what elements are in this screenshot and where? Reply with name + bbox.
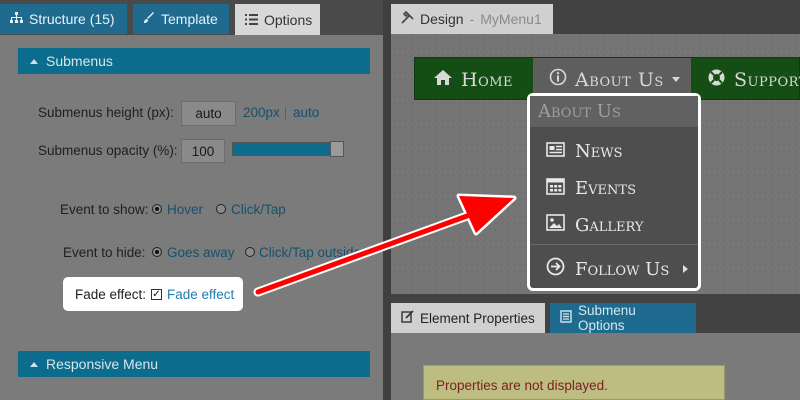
submenus-opacity-input[interactable]: 100 bbox=[181, 139, 225, 163]
menu-item-about-us-label: About Us bbox=[575, 68, 664, 91]
document-icon bbox=[560, 310, 572, 326]
list-icon bbox=[245, 12, 258, 28]
event-hide-click-outside-radio[interactable] bbox=[245, 247, 255, 257]
newspaper-icon bbox=[546, 141, 565, 162]
options-body bbox=[0, 35, 383, 400]
submenu-item-events-label: Events bbox=[575, 177, 636, 199]
edit-icon bbox=[401, 310, 414, 326]
responsive-section-title: Responsive Menu bbox=[46, 356, 159, 372]
home-icon bbox=[433, 69, 453, 91]
chevron-right-icon bbox=[683, 265, 689, 273]
submenu-item-news-label: News bbox=[575, 140, 623, 162]
tab-design-document: MyMenu1 bbox=[480, 11, 542, 27]
picture-icon bbox=[546, 214, 565, 236]
tab-element-properties-label: Element Properties bbox=[420, 310, 535, 326]
arrow-circle-right-icon bbox=[546, 257, 565, 281]
tab-template[interactable]: Template bbox=[133, 4, 229, 34]
properties-notice: Properties are not displayed. bbox=[423, 365, 725, 400]
chevron-down-icon bbox=[671, 77, 680, 82]
submenus-height-label: Submenus height (px): bbox=[38, 105, 174, 120]
submenus-section-title: Submenus bbox=[46, 53, 113, 69]
tab-options-label: Options bbox=[264, 11, 313, 28]
event-show-hover-radio[interactable] bbox=[152, 204, 162, 214]
submenu-item-gallery-label: Gallery bbox=[575, 214, 644, 236]
responsive-section-header[interactable]: Responsive Menu bbox=[18, 351, 370, 377]
opacity-slider-fill bbox=[233, 143, 331, 155]
submenu-item-follow-us[interactable]: Follow Us bbox=[530, 251, 698, 287]
sitemap-icon bbox=[10, 11, 23, 27]
tab-submenu-options-label: Submenu Options bbox=[578, 303, 636, 333]
info-icon bbox=[549, 68, 567, 91]
submenu-divider bbox=[530, 244, 698, 245]
submenu-item-follow-us-label: Follow Us bbox=[575, 258, 670, 280]
collapse-caret-icon bbox=[30, 58, 38, 64]
event-hide-goes-away-label[interactable]: Goes away bbox=[167, 245, 235, 260]
height-preset-auto[interactable]: auto bbox=[293, 105, 319, 120]
submenu-heading: About Us bbox=[530, 96, 698, 127]
opacity-slider[interactable] bbox=[232, 141, 344, 157]
height-preset-200px[interactable]: 200px bbox=[243, 105, 280, 120]
brush-icon bbox=[143, 11, 155, 27]
menu-item-home-label: Home bbox=[461, 68, 514, 91]
calendar-icon bbox=[546, 177, 565, 200]
opacity-slider-handle[interactable] bbox=[330, 141, 344, 157]
tab-template-label: Template bbox=[161, 11, 218, 27]
tab-design-separator: - bbox=[469, 11, 475, 27]
tools-icon bbox=[401, 10, 414, 27]
tab-submenu-options[interactable]: Submenu Options bbox=[550, 303, 696, 333]
fade-effect-checkbox-label[interactable]: Fade effect bbox=[167, 287, 234, 302]
event-hide-click-outside-label[interactable]: Click/Tap outside bbox=[259, 245, 361, 260]
submenu-item-gallery[interactable]: Gallery bbox=[530, 207, 698, 243]
event-hide-goes-away-radio[interactable] bbox=[152, 247, 162, 257]
menu-item-support-label: Support bbox=[734, 68, 800, 91]
event-hide-click-outside-clip: Click/Tap outside bbox=[259, 243, 383, 261]
tab-design-label: Design bbox=[420, 11, 464, 27]
tab-options[interactable]: Options bbox=[235, 4, 320, 35]
tab-structure[interactable]: Structure (15) bbox=[0, 4, 127, 34]
left-tab-bar: Structure (15) Template Options bbox=[0, 0, 383, 35]
submenu-item-events[interactable]: Events bbox=[530, 170, 698, 206]
event-hide-label: Event to hide: bbox=[63, 245, 146, 260]
lifebuoy-icon bbox=[707, 68, 726, 92]
tab-design[interactable]: Design - MyMenu1 bbox=[391, 4, 553, 34]
submenu-body: About Us News Events Gallery Follow Us bbox=[530, 96, 698, 288]
fade-effect-label: Fade effect: bbox=[75, 287, 147, 302]
submenus-section-header[interactable]: Submenus bbox=[18, 48, 370, 74]
fade-effect-checkbox[interactable]: ✓ bbox=[151, 289, 162, 300]
event-show-click-label[interactable]: Click/Tap bbox=[231, 202, 286, 217]
submenus-height-input[interactable]: auto bbox=[181, 101, 236, 126]
submenu-item-news[interactable]: News bbox=[530, 133, 698, 169]
event-show-click-radio[interactable] bbox=[216, 204, 226, 214]
event-show-hover-label[interactable]: Hover bbox=[167, 202, 203, 217]
menu-item-home[interactable]: Home bbox=[433, 58, 513, 100]
properties-tab-bar: Element Properties Submenu Options bbox=[391, 303, 800, 333]
fade-effect-highlight: Fade effect: ✓ Fade effect bbox=[63, 277, 243, 311]
about-us-submenu: About Us News Events Gallery Follow Us bbox=[527, 93, 701, 291]
preset-divider bbox=[285, 107, 286, 119]
tab-element-properties[interactable]: Element Properties bbox=[391, 303, 545, 333]
collapse-caret-icon bbox=[30, 361, 38, 367]
tab-structure-label: Structure (15) bbox=[29, 11, 115, 27]
submenus-opacity-label: Submenus opacity (%): bbox=[38, 143, 178, 158]
event-show-label: Event to show: bbox=[60, 202, 149, 217]
menu-item-support[interactable]: Support bbox=[707, 58, 800, 100]
